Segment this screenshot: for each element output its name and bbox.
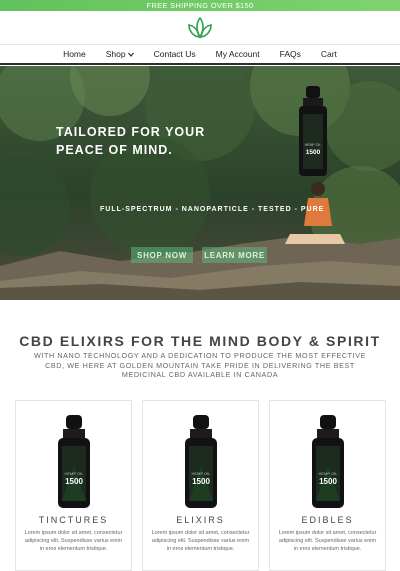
hero-bottle-image: 1500 HEMP OIL [299,86,327,176]
bottle-image: 1500 HEMP OIL [184,415,217,508]
hero-subtitle: FULL-SPECTRUM - NANOPARTICLE - TESTED - … [100,206,325,213]
section-title: CBD ELIXIRS FOR THE MIND BODY & SPIRIT [19,333,381,349]
bottle-image: 1500 HEMP OIL [311,415,344,508]
nav-cart[interactable]: Cart [311,49,347,59]
nav-contact[interactable]: Contact Us [144,49,206,59]
product-image: 1500 HEMP OIL [16,411,131,513]
bottle-strength: 1500 [65,477,83,486]
bottle-label: HEMP OIL [64,471,84,476]
hero-bottle-strength: 1500 [306,149,321,156]
nav-home[interactable]: Home [53,49,96,59]
bottle-strength: 1500 [192,477,210,486]
nav-faqs-label: FAQs [279,49,301,59]
nav-shop-label: Shop [105,49,126,59]
card-title: EDIBLES [301,515,354,525]
nav-contact-label: Contact Us [153,49,196,59]
nav-faqs[interactable]: FAQs [270,49,311,59]
hero-title: TAILORED FOR YOUR PEACE OF MIND. [56,123,205,159]
card-title: ELIXIRS [176,515,225,525]
bottle-label: HEMP OIL [191,471,211,476]
shop-now-button[interactable]: SHOP NOW [131,247,193,263]
bottle-label: HEMP OIL [318,471,338,476]
nav-shop[interactable]: Shop [96,49,144,59]
bottle-image: 1500 HEMP OIL [57,415,90,508]
hero-title-line1: TAILORED FOR YOUR [56,125,206,139]
main-nav: Home Shop Contact Us My Account FAQs Car… [0,44,400,65]
product-image: 1500 HEMP OIL [270,411,385,513]
section-description: WITH NANO TECHNOLOGY AND A DEDICATION TO… [34,351,366,379]
hero-title-line2: PEACE OF MIND. [56,143,173,157]
product-card-tinctures[interactable]: 1500 HEMP OIL TINCTURES Lorem ipsum dolo… [15,400,132,571]
bottle-strength: 1500 [319,477,337,486]
nav-account[interactable]: My Account [206,49,270,59]
chevron-down-icon [127,52,134,57]
card-text: Lorem ipsum dolor sit amet, consectetur … [151,530,250,552]
card-text: Lorem ipsum dolor sit amet, consectetur … [278,530,377,552]
hero-bottle-label: HEMP OIL [305,143,322,147]
card-title: TINCTURES [38,515,109,525]
product-card-edibles[interactable]: 1500 HEMP OIL EDIBLES Lorem ipsum dolor … [269,400,386,571]
lotus-leaf-icon [188,16,212,39]
hero-banner: 1500 HEMP OIL TAILORED FOR YOUR PEACE OF… [0,66,400,300]
promo-bar: FREE SHIPPING OVER $150 [0,0,400,11]
nav-account-label: My Account [215,49,260,59]
logo[interactable] [0,11,400,44]
product-image: 1500 HEMP OIL [143,411,258,513]
nav-home-label: Home [63,49,86,59]
learn-more-button[interactable]: LEARN MORE [202,247,267,263]
card-text: Lorem ipsum dolor sit amet, consectetur … [24,530,123,552]
product-cards: 1500 HEMP OIL TINCTURES Lorem ipsum dolo… [15,400,386,571]
promo-text: FREE SHIPPING OVER $150 [146,1,254,10]
nav-cart-label: Cart [320,49,337,59]
hero-background-image: 1500 HEMP OIL [0,66,400,300]
product-card-elixirs[interactable]: 1500 HEMP OIL ELIXIRS Lorem ipsum dolor … [142,400,259,571]
